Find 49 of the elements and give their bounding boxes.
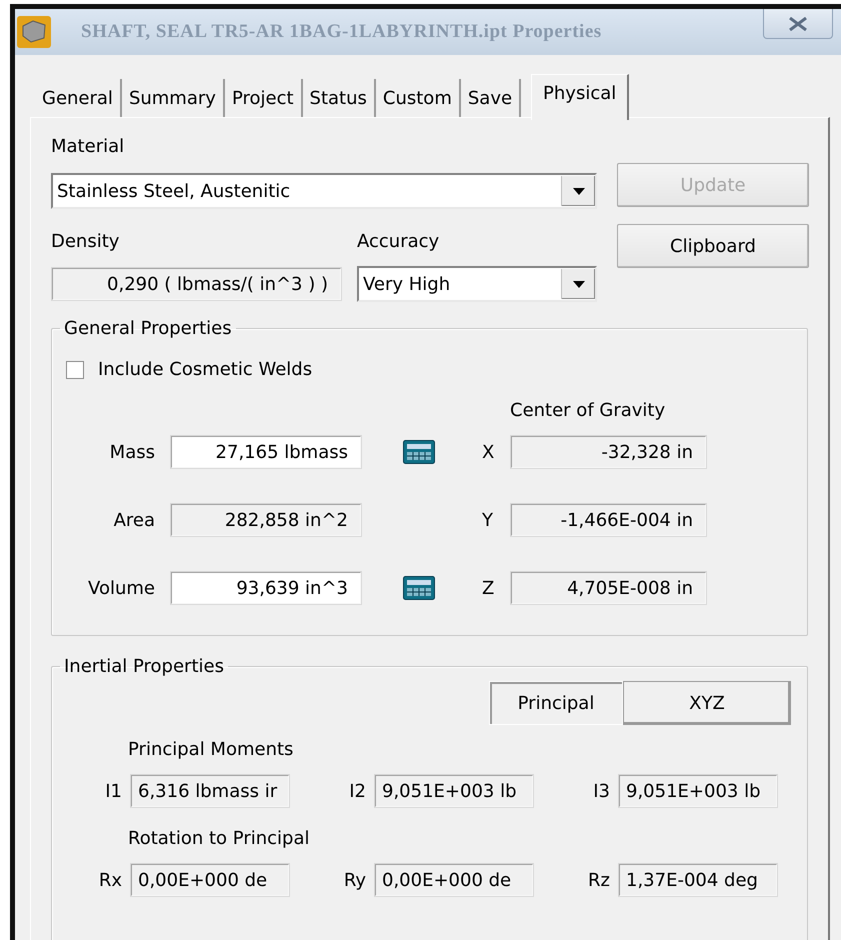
toggle-button[interactable]: Principal bbox=[489, 681, 623, 725]
value-field[interactable]: 1,37E-004 deg bbox=[618, 863, 778, 897]
field-label: Accuracy bbox=[357, 230, 440, 252]
value-field[interactable]: 9,051E+003 lb bbox=[618, 774, 778, 808]
axis-label: Z bbox=[482, 578, 496, 598]
density-field[interactable]: 0,290 ( lbmass/( in^3 ) ) bbox=[51, 267, 342, 301]
material-dropdown[interactable]: Stainless Steel, Austenitic bbox=[51, 173, 597, 209]
group-title: General Properties bbox=[63, 318, 233, 339]
close-button[interactable] bbox=[763, 9, 833, 39]
dropdown-arrow-icon[interactable] bbox=[572, 188, 584, 194]
group-title: Inertial Properties bbox=[63, 656, 225, 677]
clipboard-button[interactable]: Clipboard bbox=[617, 224, 809, 268]
value-field[interactable]: 9,051E+003 lb bbox=[374, 774, 534, 808]
field-label: Mass bbox=[108, 442, 156, 462]
value-field[interactable]: 0,00E+000 de bbox=[130, 863, 290, 897]
field-label: Material bbox=[51, 136, 126, 156]
field-label: Density bbox=[51, 230, 120, 252]
value-field[interactable]: 6,316 lbmass ir bbox=[130, 774, 290, 808]
value-field[interactable]: -1,466E-004 in bbox=[510, 503, 707, 537]
calculator-icon[interactable] bbox=[403, 576, 435, 600]
calculator-icon[interactable] bbox=[403, 440, 435, 464]
field-label: I2 bbox=[348, 780, 367, 802]
window-title: SHAFT, SEAL TR5-AR 1BAG-1LABYRINTH.ipt Properties bbox=[81, 21, 602, 43]
section-label: Rotation to Principal bbox=[128, 828, 310, 849]
field-label: Ry bbox=[342, 870, 367, 890]
toggle-button[interactable]: XYZ bbox=[623, 681, 791, 725]
column-label: Center of Gravity bbox=[510, 400, 666, 421]
field-label: Rx bbox=[98, 870, 123, 890]
field-label: Rz bbox=[587, 870, 611, 890]
value-field[interactable]: 282,858 in^2 bbox=[170, 503, 362, 537]
value-field[interactable]: -32,328 in bbox=[510, 435, 707, 469]
field-label: Area bbox=[112, 510, 156, 530]
section-label: Principal Moments bbox=[128, 739, 294, 760]
app-icon bbox=[17, 16, 51, 48]
field-label: I3 bbox=[592, 780, 611, 802]
close-icon[interactable] bbox=[788, 16, 808, 30]
dropdown-arrow-icon[interactable] bbox=[572, 280, 584, 288]
accuracy-dropdown[interactable]: Very High bbox=[357, 266, 597, 302]
value-field[interactable]: 4,705E-008 in bbox=[510, 571, 707, 605]
value-field[interactable]: 27,165 lbmass bbox=[170, 435, 362, 469]
axis-label: X bbox=[482, 442, 496, 462]
checkbox-label: Include Cosmetic Welds bbox=[98, 359, 312, 380]
checkbox[interactable] bbox=[66, 360, 84, 378]
value-field[interactable]: 93,639 in^3 bbox=[170, 571, 362, 605]
value-field[interactable]: 0,00E+000 de bbox=[374, 863, 534, 897]
field-label: Volume bbox=[87, 578, 156, 598]
axis-label: Y bbox=[482, 510, 494, 530]
tab[interactable]: Physical bbox=[531, 74, 630, 120]
field-label: I1 bbox=[104, 780, 123, 802]
